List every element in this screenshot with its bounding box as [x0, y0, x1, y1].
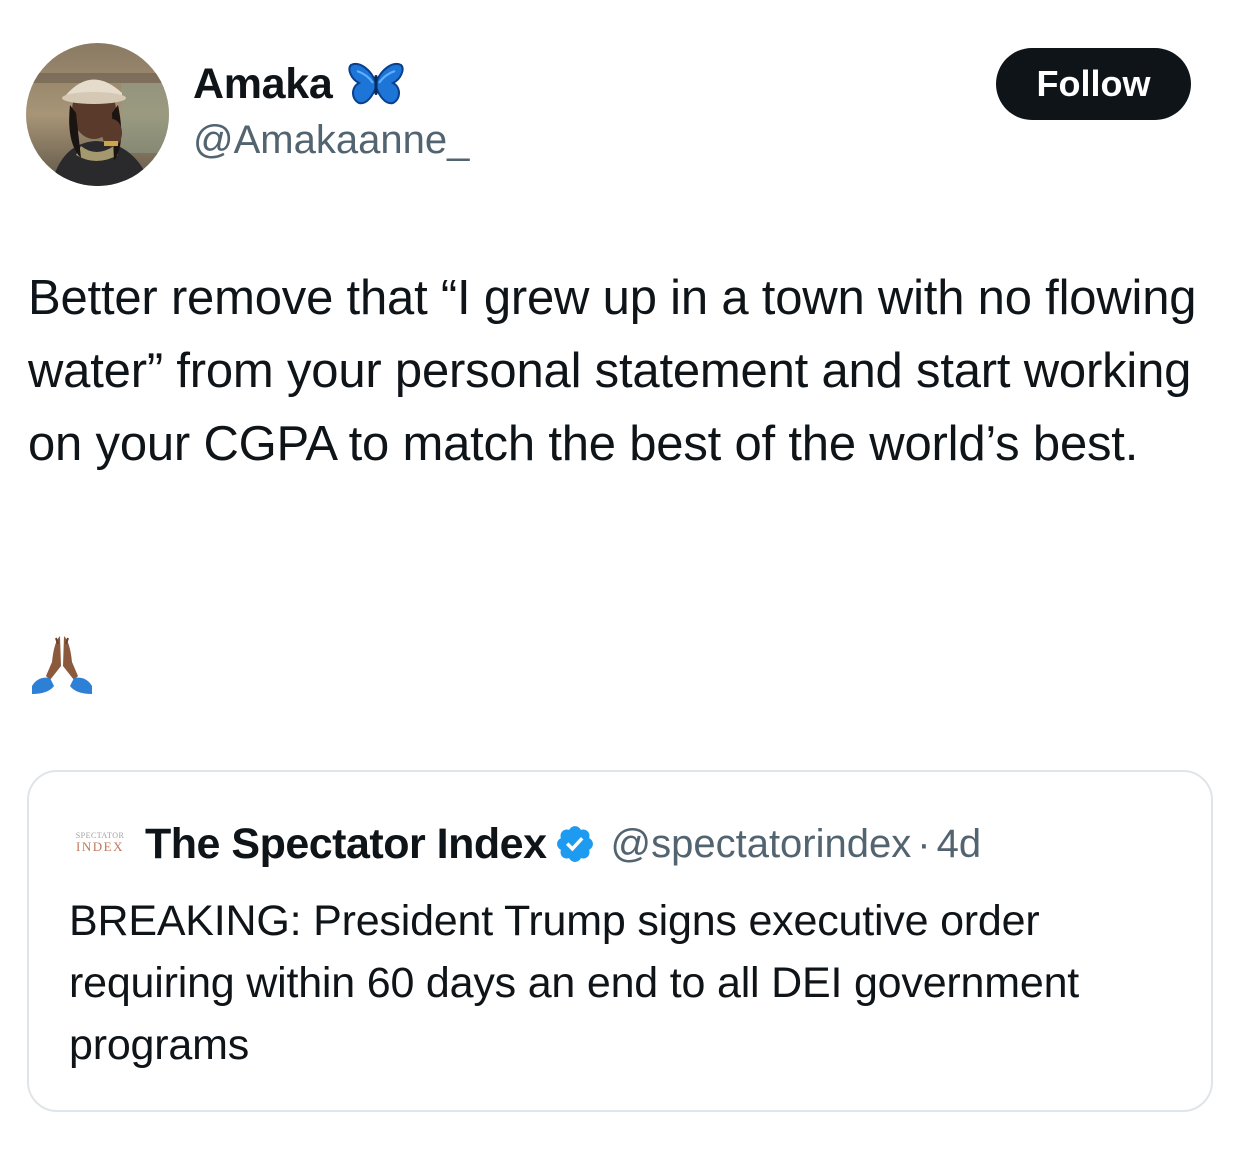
- quote-author-handle[interactable]: @spectatorindex: [610, 822, 911, 867]
- quote-text: BREAKING: President Trump signs executiv…: [69, 897, 1080, 1069]
- quote-header: The Spectator Index @spectatorindex · 4d: [145, 814, 981, 874]
- avatar-photo: [26, 43, 169, 186]
- blue-butterfly-icon: [347, 61, 405, 107]
- verified-badge-icon: [557, 826, 594, 862]
- author-avatar[interactable]: [26, 43, 169, 186]
- quote-timestamp[interactable]: 4d: [937, 822, 982, 867]
- author-name[interactable]: Amaka: [193, 60, 333, 109]
- quote-author-name[interactable]: The Spectator Index: [145, 820, 547, 869]
- logo-text-bottom: INDEX: [76, 839, 124, 854]
- tweet: Amaka @Amakaanne_ Follow Better remove t…: [0, 0, 1239, 1162]
- author-name-row: Amaka: [193, 58, 405, 110]
- separator-dot: ·: [917, 821, 931, 866]
- follow-button[interactable]: Follow: [996, 48, 1191, 120]
- folded-hands-emoji: [28, 632, 96, 700]
- author-handle[interactable]: @Amakaanne_: [193, 118, 469, 163]
- quoted-tweet-card[interactable]: SPECTATOR INDEX The Spectator Index @spe…: [27, 770, 1213, 1112]
- tweet-text: Better remove that “I grew up in a town …: [28, 271, 1197, 471]
- spectator-index-logo[interactable]: SPECTATOR INDEX: [69, 824, 131, 864]
